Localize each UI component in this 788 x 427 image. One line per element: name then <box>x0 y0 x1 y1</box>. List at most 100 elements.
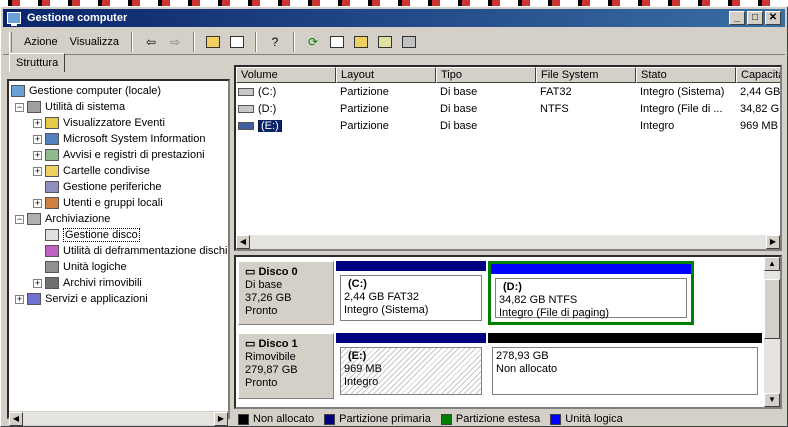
scroll-right-button[interactable]: ▶ <box>214 412 228 426</box>
help-button[interactable]: ? <box>265 33 285 51</box>
tab-structure[interactable]: Struttura <box>9 53 66 72</box>
tree-item-label: Visualizzatore Eventi <box>63 117 165 129</box>
disk-status: Pronto <box>245 305 278 317</box>
column-header-type[interactable]: Tipo <box>436 67 536 83</box>
disk-0-label[interactable]: ▭ Disco 0 Di base 37,26 GB Pronto <box>238 261 334 325</box>
volume-capacity: 2,44 GB <box>740 86 781 98</box>
left-arrow-icon: ◀ <box>12 414 20 423</box>
tree-item-local-users[interactable]: + Utenti e gruppi locali <box>33 195 163 211</box>
column-header-status[interactable]: Stato <box>636 67 736 83</box>
scroll-right-button[interactable]: ▶ <box>766 235 780 249</box>
expand-icon[interactable]: + <box>33 278 42 288</box>
logical-drive-bar <box>491 264 691 274</box>
scroll-up-button[interactable]: ▲ <box>764 257 780 271</box>
expand-icon[interactable]: + <box>15 294 24 304</box>
removable-storage-icon <box>45 277 59 289</box>
close-button[interactable]: ✕ <box>765 11 781 25</box>
tree-item-removable-storage[interactable]: + Archivi rimovibili <box>33 275 142 291</box>
tree-item-msinfo[interactable]: + Microsoft System Information <box>33 131 205 147</box>
tree-horizontal-scrollbar[interactable]: ◀ ▶ <box>9 411 228 426</box>
removable-drive-icon <box>238 122 254 131</box>
find-button[interactable] <box>375 33 395 51</box>
tree-item-label: Cartelle condivise <box>63 165 150 177</box>
list-horizontal-scrollbar[interactable]: ◀ ▶ <box>236 235 780 249</box>
column-header-filesystem[interactable]: File System <box>536 67 636 83</box>
tree-item-label: Utilità di deframmentazione dischi <box>63 245 228 257</box>
expand-icon[interactable]: + <box>33 134 42 144</box>
open-button[interactable] <box>351 33 371 51</box>
tree-item-event-viewer[interactable]: + Visualizzatore Eventi <box>33 115 165 131</box>
column-header-volume[interactable]: Volume <box>236 67 336 83</box>
tree-item-perf-logs[interactable]: + Avvisi e registri di prestazioni <box>33 147 205 163</box>
computer-icon <box>11 85 25 97</box>
menu-view[interactable]: Visualizza <box>64 34 125 50</box>
partition-size: 969 MB <box>344 363 382 375</box>
toolbar-grip[interactable] <box>9 31 12 52</box>
tree-item-label: Servizi e applicazioni <box>45 293 148 305</box>
tree-item-services[interactable]: + Servizi e applicazioni <box>15 291 148 307</box>
maximize-button[interactable]: □ <box>747 11 763 25</box>
tree-item-label: Unità logiche <box>63 261 127 273</box>
scroll-left-button[interactable]: ◀ <box>9 412 23 426</box>
scroll-thumb[interactable] <box>764 279 780 339</box>
back-button[interactable]: ⇦ <box>141 33 161 51</box>
disk-1-label[interactable]: ▭ Disco 1 Rimovibile 279,87 GB Pronto <box>238 333 334 399</box>
table-row[interactable]: (D:) Partizione Di base NTFS Integro (Fi… <box>236 101 780 118</box>
primary-partition-bar <box>336 261 486 271</box>
collapse-icon[interactable]: − <box>15 102 24 112</box>
title-bar[interactable]: Gestione computer _ □ ✕ <box>3 9 785 27</box>
up-folder-button[interactable] <box>203 33 223 51</box>
expand-icon[interactable]: + <box>33 198 42 208</box>
table-row[interactable]: (C:) Partizione Di base FAT32 Integro (S… <box>236 84 781 101</box>
toolbar: Azione Visualizza ⇦ ⇨ ? ⟳ <box>3 29 785 55</box>
settings-button[interactable] <box>399 33 419 51</box>
minimize-button[interactable]: _ <box>729 11 745 25</box>
column-header-layout[interactable]: Layout <box>336 67 436 83</box>
expand-icon[interactable]: + <box>33 150 42 160</box>
volume-type: Di base <box>440 120 478 132</box>
volume-layout: Partizione <box>340 103 389 115</box>
tree-item-logical-drives[interactable]: Unità logiche <box>45 259 127 275</box>
show-tree-button[interactable] <box>227 33 247 51</box>
disk-icon: ▭ <box>245 266 256 278</box>
legend-swatch <box>238 413 249 425</box>
device-manager-icon <box>45 181 59 193</box>
table-row[interactable]: (E:) Partizione Di base Integro 969 MB <box>236 118 780 135</box>
tree-item-label: Avvisi e registri di prestazioni <box>63 149 205 161</box>
expand-icon[interactable]: + <box>33 166 42 176</box>
partition-name: (D:) <box>503 281 522 293</box>
properties-button[interactable] <box>327 33 347 51</box>
tree-item-storage[interactable]: − Archiviazione <box>15 211 110 227</box>
tree-item-disk-management[interactable]: Gestione disco <box>45 227 140 243</box>
partition-e[interactable]: (E:) 969 MB Integro <box>336 333 486 399</box>
menu-action[interactable]: Azione <box>18 34 64 50</box>
tree-item-defrag[interactable]: Utilità di deframmentazione dischi <box>45 243 227 259</box>
down-arrow-icon: ▼ <box>768 395 776 404</box>
graph-vertical-scrollbar[interactable]: ▲ ▼ <box>764 257 780 407</box>
show-tree-icon <box>229 35 244 48</box>
partition-status: Integro (File di paging) <box>499 307 610 319</box>
expand-icon[interactable]: + <box>33 118 42 128</box>
partition-status: Integro <box>344 376 379 388</box>
tree-item-shared-folders[interactable]: + Cartelle condivise <box>33 163 150 179</box>
scroll-down-button[interactable]: ▼ <box>764 393 780 407</box>
legend-item: Unità logica <box>550 413 623 425</box>
forward-button[interactable]: ⇨ <box>165 33 185 51</box>
partition-status: Integro (Sistema) <box>344 304 429 316</box>
refresh-button[interactable]: ⟳ <box>303 33 323 51</box>
tree-item-device-manager[interactable]: Gestione periferiche <box>45 179 161 195</box>
partition-c[interactable]: (C:) 2,44 GB FAT32 Integro (Sistema) <box>336 261 486 325</box>
column-header-capacity[interactable]: Capacità <box>736 67 780 83</box>
tree-item-system-tools[interactable]: − Utilità di sistema <box>15 99 125 115</box>
unallocated-space[interactable]: 278,93 GB Non allocato <box>488 333 762 399</box>
volume-status: Integro (File di ... <box>640 103 723 115</box>
scroll-left-button[interactable]: ◀ <box>236 235 250 249</box>
partition-d[interactable]: (D:) 34,82 GB NTFS Integro (File di pagi… <box>488 261 694 325</box>
tree-item-root[interactable]: Gestione computer (locale) <box>11 83 161 99</box>
volume-capacity: 969 MB <box>740 120 778 132</box>
collapse-icon[interactable]: − <box>15 214 24 224</box>
properties-icon <box>329 35 344 48</box>
disk-management-icon <box>45 229 59 241</box>
partition-status: Non allocato <box>496 363 558 375</box>
volume-filesystem: FAT32 <box>540 86 572 98</box>
